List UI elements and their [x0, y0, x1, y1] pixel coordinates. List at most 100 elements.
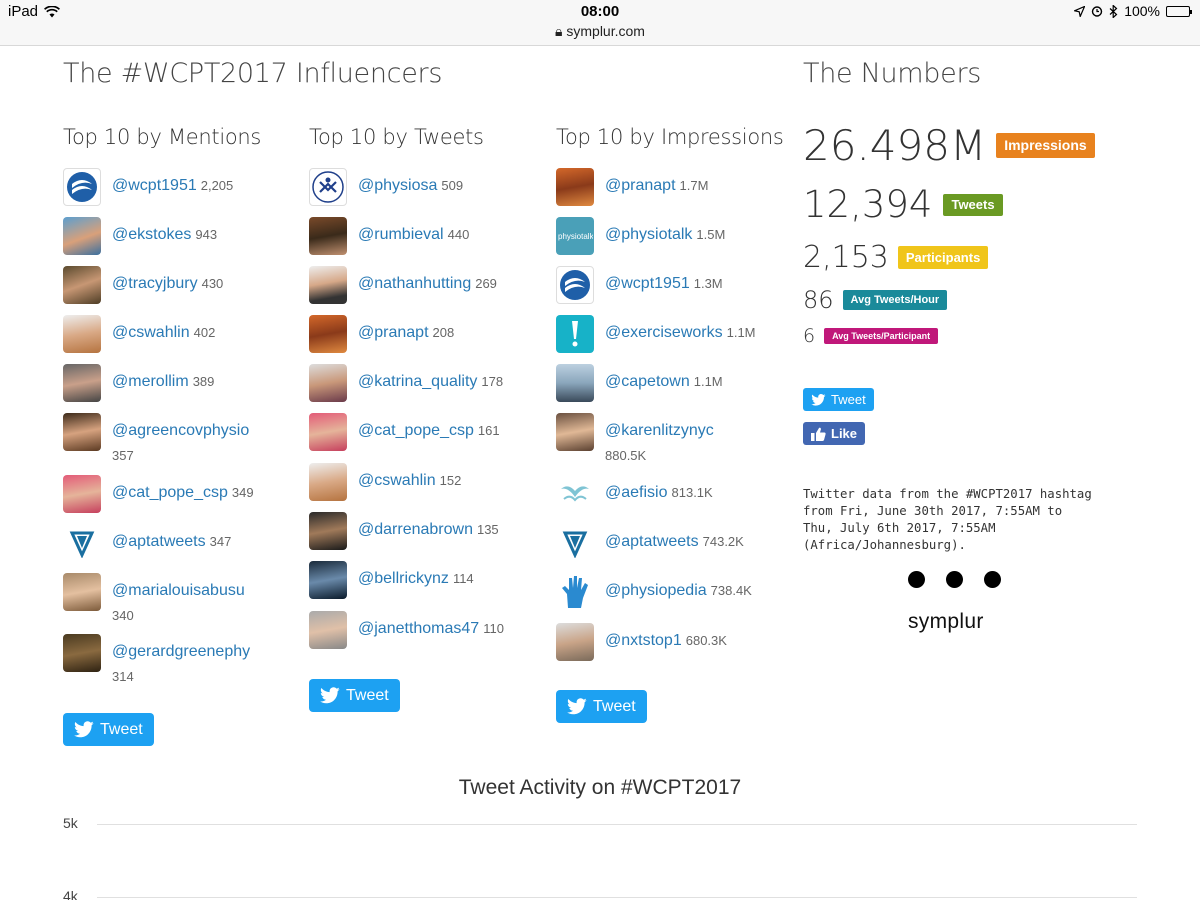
handle-link[interactable]: @merollim: [112, 373, 189, 390]
avatar[interactable]: [309, 463, 347, 501]
mentions-tweet-button[interactable]: Tweet: [63, 713, 154, 746]
list-item[interactable]: @cswahlin 152: [309, 463, 533, 501]
avatar[interactable]: [556, 266, 594, 304]
handle-link[interactable]: @cat_pope_csp: [358, 422, 474, 439]
handle-link[interactable]: @agreencovphysio: [112, 422, 249, 439]
avatar[interactable]: [309, 315, 347, 353]
avatar[interactable]: [309, 168, 347, 206]
like-button[interactable]: Like: [803, 422, 866, 445]
handle-link[interactable]: @pranapt: [358, 324, 429, 341]
list-item[interactable]: @rumbieval 440: [309, 217, 533, 255]
avatar[interactable]: [63, 364, 101, 402]
list-item[interactable]: @wcpt1951 2,205: [63, 168, 287, 206]
handle-link[interactable]: @janetthomas47: [358, 620, 479, 637]
handle-link[interactable]: @bellrickynz: [358, 570, 449, 587]
avatar[interactable]: [556, 315, 594, 353]
handle-link[interactable]: @tracyjbury: [112, 275, 198, 292]
avatar[interactable]: [556, 524, 594, 562]
list-item[interactable]: @capetown 1.1M: [556, 364, 780, 402]
list-item[interactable]: @physiosa 509: [309, 168, 533, 206]
handle-link[interactable]: @wcpt1951: [112, 177, 197, 194]
handle-link[interactable]: @capetown: [605, 373, 690, 390]
list-item[interactable]: @marialouisabusu 340: [63, 573, 287, 626]
list-item[interactable]: @katrina_quality 178: [309, 364, 533, 402]
list-item[interactable]: @cswahlin 402: [63, 315, 287, 353]
avatar[interactable]: [309, 611, 347, 649]
list-item[interactable]: @darrenabrown 135: [309, 512, 533, 550]
list-item[interactable]: @aptatweets 347: [63, 524, 287, 562]
avatar[interactable]: [556, 573, 594, 611]
avatar[interactable]: [63, 634, 101, 672]
avatar[interactable]: [309, 413, 347, 451]
list-item[interactable]: @cat_pope_csp 161: [309, 413, 533, 451]
list-item[interactable]: @physiopedia 738.4K: [556, 573, 780, 611]
handle-link[interactable]: @aefisio: [605, 484, 668, 501]
avg-participant-stat: 6 Avg Tweets/Participant: [803, 325, 939, 347]
handle-link[interactable]: @darrenabrown: [358, 521, 473, 538]
handle-link[interactable]: @physiotalk: [605, 226, 692, 243]
list-item[interactable]: @karenlitzynyc 880.5K: [556, 413, 780, 466]
address-bar[interactable]: 🔒︎ symplur.com: [0, 23, 1200, 40]
avatar[interactable]: [309, 217, 347, 255]
list-item[interactable]: @ekstokes 943: [63, 217, 287, 255]
symplur-logo[interactable]: symplur: [908, 610, 984, 634]
list-item[interactable]: @aptatweets 743.2K: [556, 524, 780, 562]
avatar[interactable]: [556, 168, 594, 206]
impressions-tweet-button[interactable]: Tweet: [556, 690, 647, 723]
avatar[interactable]: [556, 413, 594, 451]
numbers-tweet-button[interactable]: Tweet: [803, 388, 874, 411]
handle-link[interactable]: @aptatweets: [112, 533, 206, 550]
list-item[interactable]: @agreencovphysio 357: [63, 413, 287, 466]
handle-link[interactable]: @marialouisabusu: [112, 582, 245, 599]
avatar[interactable]: [63, 573, 101, 611]
list-item[interactable]: @nathanhutting 269: [309, 266, 533, 304]
tweets-tweet-button[interactable]: Tweet: [309, 679, 400, 712]
avatar[interactable]: [63, 266, 101, 304]
avatar[interactable]: [309, 364, 347, 402]
avatar[interactable]: [63, 413, 101, 451]
avatar[interactable]: [63, 524, 101, 562]
avatar[interactable]: [63, 475, 101, 513]
influencers-title: The #WCPT2017 Influencers: [63, 58, 443, 89]
handle-link[interactable]: @rumbieval: [358, 226, 444, 243]
avatar[interactable]: [309, 561, 347, 599]
avatar[interactable]: [309, 266, 347, 304]
list-item[interactable]: @bellrickynz 114: [309, 561, 533, 599]
list-item[interactable]: @janetthomas47 110: [309, 611, 533, 649]
avatar[interactable]: [309, 512, 347, 550]
avatar[interactable]: [63, 168, 101, 206]
list-item[interactable]: @pranapt 208: [309, 315, 533, 353]
avatar[interactable]: [63, 315, 101, 353]
handle-link[interactable]: @cswahlin: [112, 324, 190, 341]
handle-link[interactable]: @exerciseworks: [605, 324, 723, 341]
list-item[interactable]: @cat_pope_csp 349: [63, 475, 287, 513]
avatar[interactable]: [63, 217, 101, 255]
handle-link[interactable]: @nxtstop1: [605, 632, 682, 649]
list-item[interactable]: @nxtstop1 680.3K: [556, 623, 780, 661]
list-item[interactable]: @aefisio 813.1K: [556, 475, 780, 513]
handle-link[interactable]: @physiopedia: [605, 582, 707, 599]
avatar[interactable]: [556, 623, 594, 661]
list-item[interactable]: @pranapt 1.7M: [556, 168, 780, 206]
handle-link[interactable]: @ekstokes: [112, 226, 191, 243]
list-item[interactable]: @exerciseworks 1.1M: [556, 315, 780, 353]
list-item[interactable]: @merollim 389: [63, 364, 287, 402]
list-item[interactable]: @gerardgreenephy 314: [63, 634, 287, 687]
avatar[interactable]: [556, 475, 594, 513]
list-item[interactable]: @tracyjbury 430: [63, 266, 287, 304]
handle-link[interactable]: @physiosa: [358, 177, 437, 194]
list-item[interactable]: @wcpt1951 1.3M: [556, 266, 780, 304]
handle-link[interactable]: @gerardgreenephy: [112, 643, 250, 660]
avatar[interactable]: physiotalk: [556, 217, 594, 255]
tweet-count: 161: [477, 423, 500, 438]
handle-link[interactable]: @nathanhutting: [358, 275, 471, 292]
handle-link[interactable]: @aptatweets: [605, 533, 699, 550]
avatar[interactable]: [556, 364, 594, 402]
handle-link[interactable]: @wcpt1951: [605, 275, 690, 292]
handle-link[interactable]: @cat_pope_csp: [112, 484, 228, 501]
handle-link[interactable]: @karenlitzynyc: [605, 422, 714, 439]
handle-link[interactable]: @cswahlin: [358, 472, 436, 489]
handle-link[interactable]: @katrina_quality: [358, 373, 477, 390]
list-item[interactable]: physiotalk @physiotalk 1.5M: [556, 217, 780, 255]
handle-link[interactable]: @pranapt: [605, 177, 676, 194]
